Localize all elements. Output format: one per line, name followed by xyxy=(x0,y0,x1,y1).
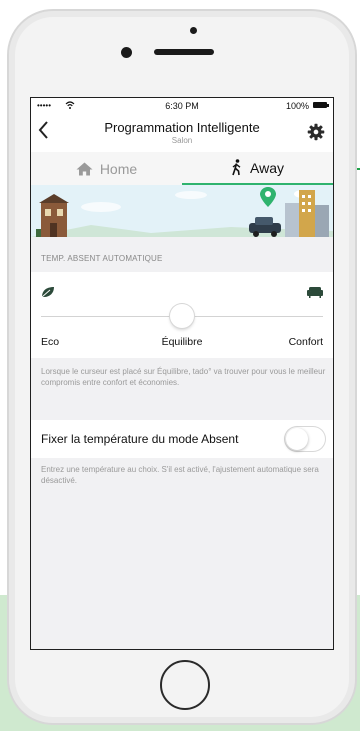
slider-label-comfort: Confort xyxy=(288,336,323,348)
tab-home-label: Home xyxy=(99,160,138,177)
tab-away-label: Away xyxy=(250,159,284,176)
sofa-icon xyxy=(307,287,323,298)
away-illustration xyxy=(31,185,333,237)
front-camera xyxy=(121,47,132,58)
battery-icon xyxy=(313,102,329,108)
navigation-bar: Programmation Intelligente Salon xyxy=(31,114,333,152)
fixed-temp-toggle[interactable] xyxy=(285,427,325,451)
home-button[interactable] xyxy=(160,660,210,710)
phone-screen: ••••• 6:30 PM 100% Programmation Intelli… xyxy=(30,97,334,650)
battery-percent: 100% xyxy=(285,101,309,111)
fixed-temp-row[interactable]: Fixer la température du mode Absent xyxy=(31,420,333,458)
house-icon xyxy=(76,162,93,175)
tab-home[interactable]: Home xyxy=(31,152,182,185)
fixed-temp-label: Fixer la température du mode Absent xyxy=(41,432,239,446)
mode-tabs: Home Away xyxy=(31,152,333,185)
status-bar: ••••• 6:30 PM 100% xyxy=(31,98,333,114)
gear-icon[interactable] xyxy=(307,123,325,141)
slider-description: Lorsque le curseur est placé sur Équilib… xyxy=(41,367,326,387)
section-header: TEMP. ABSENT AUTOMATIQUE xyxy=(41,254,163,263)
fixed-temp-description: Entrez une température au choix. S'il es… xyxy=(41,465,319,485)
toggle-knob xyxy=(286,428,308,450)
walking-person-icon xyxy=(232,159,241,176)
slider-thumb[interactable] xyxy=(170,304,194,328)
proximity-sensor xyxy=(190,27,197,34)
room-name: Salon xyxy=(171,136,193,145)
earpiece-speaker xyxy=(154,49,214,55)
leaf-icon xyxy=(41,287,54,298)
tab-away[interactable]: Away xyxy=(182,152,333,185)
page-title: Programmation Intelligente xyxy=(104,120,260,135)
auto-away-slider-panel: Eco Équilibre Confort xyxy=(31,272,333,358)
